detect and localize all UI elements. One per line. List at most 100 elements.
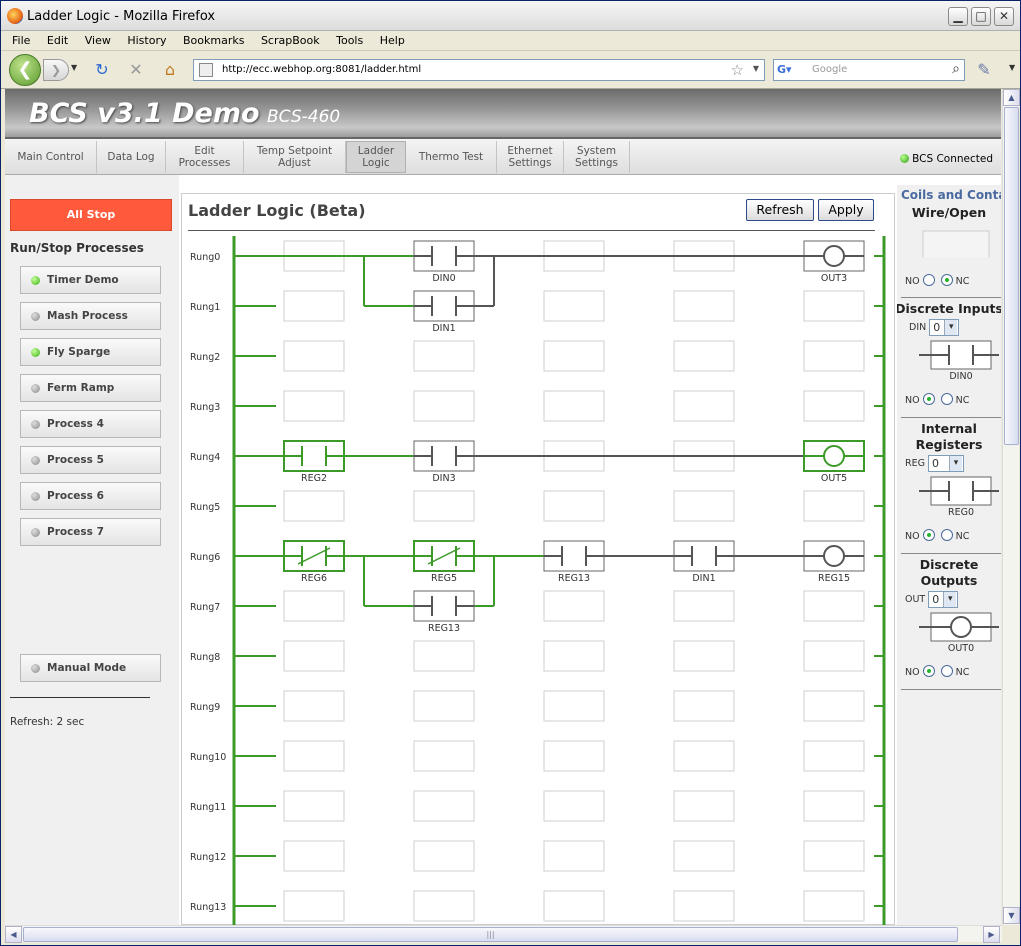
- empty-coil-cell[interactable]: [803, 490, 865, 522]
- out-coil-symbol[interactable]: OUT0: [919, 611, 999, 653]
- empty-cell[interactable]: [283, 740, 345, 772]
- empty-cell[interactable]: [283, 840, 345, 872]
- empty-cell[interactable]: [543, 890, 605, 922]
- reg-select[interactable]: 0: [928, 455, 964, 472]
- refresh-button[interactable]: Refresh: [746, 199, 814, 221]
- search-box[interactable]: G▾ Google ⌕: [773, 59, 965, 81]
- back-button[interactable]: ❮: [9, 54, 41, 86]
- empty-cell[interactable]: [543, 790, 605, 822]
- menu-scrapbook[interactable]: ScrapBook: [261, 31, 320, 51]
- tab-thermo-test[interactable]: Thermo Test: [406, 141, 497, 173]
- vertical-scrollbar[interactable]: ▲ ▼: [1002, 89, 1020, 925]
- reload-icon[interactable]: ↻: [91, 59, 113, 81]
- horizontal-scroll-thumb[interactable]: |||: [23, 927, 958, 942]
- apply-button[interactable]: Apply: [818, 199, 874, 221]
- reg-no-radio[interactable]: [922, 529, 935, 541]
- empty-cell[interactable]: [673, 690, 735, 722]
- process-button[interactable]: Process 6: [20, 482, 161, 510]
- menu-file[interactable]: File: [12, 31, 30, 51]
- empty-cell[interactable]: [543, 290, 605, 322]
- din-nc-radio[interactable]: [940, 393, 953, 405]
- out-select[interactable]: 0: [928, 591, 959, 608]
- empty-cell[interactable]: [543, 490, 605, 522]
- empty-cell[interactable]: [673, 290, 735, 322]
- horizontal-scrollbar[interactable]: ◀ ||| ▶: [5, 925, 1002, 943]
- manual-mode-button[interactable]: Manual Mode: [20, 654, 161, 682]
- empty-cell[interactable]: [283, 390, 345, 422]
- tab-data-log[interactable]: Data Log: [97, 141, 166, 173]
- all-stop-button[interactable]: All Stop: [10, 199, 172, 231]
- google-logo-icon[interactable]: G▾: [777, 63, 793, 77]
- empty-coil-cell[interactable]: [803, 390, 865, 422]
- bookmark-star-icon[interactable]: ☆: [731, 61, 744, 79]
- empty-cell[interactable]: [283, 890, 345, 922]
- empty-cell[interactable]: [543, 340, 605, 372]
- empty-coil-cell[interactable]: [803, 290, 865, 322]
- din-no-radio[interactable]: [922, 393, 935, 405]
- menu-history[interactable]: History: [127, 31, 166, 51]
- wire-no-radio[interactable]: [922, 274, 935, 286]
- empty-coil-cell[interactable]: [803, 790, 865, 822]
- scrapbook-icon[interactable]: ✎: [973, 59, 995, 81]
- tab-system-settings[interactable]: System Settings: [564, 141, 630, 173]
- empty-cell[interactable]: [673, 740, 735, 772]
- empty-cell[interactable]: [673, 490, 735, 522]
- process-button[interactable]: Timer Demo: [20, 266, 161, 294]
- reg-contact-symbol[interactable]: REG0: [919, 475, 999, 517]
- empty-coil-cell[interactable]: [803, 590, 865, 622]
- empty-cell[interactable]: [283, 590, 345, 622]
- menu-edit[interactable]: Edit: [47, 31, 68, 51]
- process-button[interactable]: Process 4: [20, 410, 161, 438]
- empty-cell[interactable]: [283, 640, 345, 672]
- empty-cell[interactable]: [673, 840, 735, 872]
- out-nc-radio[interactable]: [940, 665, 953, 677]
- process-button[interactable]: Process 7: [20, 518, 161, 546]
- menu-help[interactable]: Help: [380, 31, 405, 51]
- scroll-down-arrow-icon[interactable]: ▼: [1003, 907, 1020, 924]
- empty-cell[interactable]: [283, 790, 345, 822]
- wire-open-symbol[interactable]: [919, 225, 999, 257]
- url-bar[interactable]: http://ecc.webhop.org:8081/ladder.html ☆…: [193, 59, 765, 81]
- close-button[interactable]: ✕: [994, 7, 1014, 26]
- minimize-button[interactable]: ▁: [948, 7, 968, 26]
- empty-cell[interactable]: [413, 690, 475, 722]
- empty-cell[interactable]: [673, 390, 735, 422]
- empty-cell[interactable]: [543, 640, 605, 672]
- process-button[interactable]: Ferm Ramp: [20, 374, 161, 402]
- empty-coil-cell[interactable]: [803, 640, 865, 672]
- empty-coil-cell[interactable]: [803, 340, 865, 372]
- tab-main-control[interactable]: Main Control: [5, 141, 97, 173]
- empty-cell[interactable]: [673, 640, 735, 672]
- menu-tools[interactable]: Tools: [336, 31, 363, 51]
- empty-cell[interactable]: [673, 890, 735, 922]
- empty-cell[interactable]: [283, 490, 345, 522]
- tab-ladder-logic[interactable]: Ladder Logic: [346, 141, 406, 173]
- process-button[interactable]: Fly Sparge: [20, 338, 161, 366]
- search-placeholder[interactable]: Google: [812, 64, 847, 75]
- empty-cell[interactable]: [413, 490, 475, 522]
- vertical-scroll-thumb[interactable]: [1004, 107, 1019, 445]
- empty-cell[interactable]: [413, 740, 475, 772]
- empty-cell[interactable]: [413, 790, 475, 822]
- empty-cell[interactable]: [673, 590, 735, 622]
- tab-edit-processes[interactable]: Edit Processes: [166, 141, 244, 173]
- maximize-button[interactable]: □: [971, 7, 991, 26]
- url-text[interactable]: http://ecc.webhop.org:8081/ladder.html: [222, 64, 421, 75]
- process-button[interactable]: Process 5: [20, 446, 161, 474]
- empty-coil-cell[interactable]: [803, 840, 865, 872]
- scroll-left-arrow-icon[interactable]: ◀: [5, 926, 22, 943]
- empty-coil-cell[interactable]: [803, 890, 865, 922]
- search-icon[interactable]: ⌕: [952, 61, 960, 77]
- empty-cell[interactable]: [413, 890, 475, 922]
- empty-cell[interactable]: [543, 390, 605, 422]
- tab-temp-setpoint[interactable]: Temp Setpoint Adjust: [244, 141, 346, 173]
- menu-bookmarks[interactable]: Bookmarks: [183, 31, 244, 51]
- tab-ethernet-settings[interactable]: Ethernet Settings: [497, 141, 564, 173]
- scroll-right-arrow-icon[interactable]: ▶: [983, 926, 1000, 943]
- din-select[interactable]: 0: [929, 319, 960, 336]
- wire-nc-radio[interactable]: [940, 274, 953, 286]
- scroll-up-arrow-icon[interactable]: ▲: [1003, 89, 1020, 106]
- din-contact-symbol[interactable]: DIN0: [919, 339, 999, 381]
- menu-view[interactable]: View: [85, 31, 111, 51]
- out-no-radio[interactable]: [922, 665, 935, 677]
